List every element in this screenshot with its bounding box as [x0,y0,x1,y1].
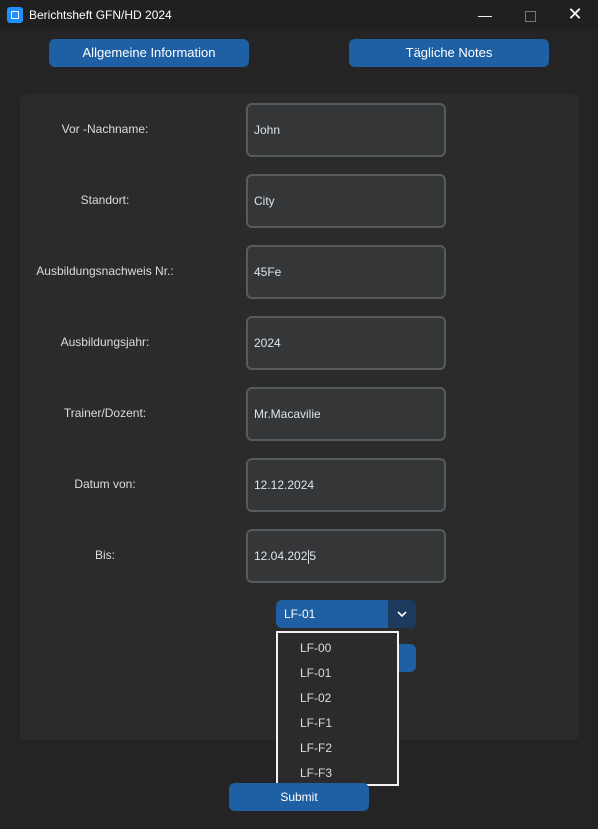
submit-button[interactable]: Submit [229,783,369,811]
combo-dropdown-list: LF-00 LF-01 LF-02 LF-F1 LF-F2 LF-F3 [276,631,399,786]
dropdown-option-lf-f2[interactable]: LF-F2 [278,736,397,761]
trainer-label: Trainer/Dozent: [63,406,147,420]
dropdown-option-lf-01[interactable]: LF-01 [278,661,397,686]
dropdown-option-lf-00[interactable]: LF-00 [278,636,397,661]
tab-taegliche-notes[interactable]: Tägliche Notes [349,39,549,67]
app-icon [7,7,23,23]
close-button[interactable]: ✕ [552,0,598,30]
maximize-button[interactable] [507,0,553,30]
partially-hidden-button[interactable] [396,644,416,672]
combo-selected-value: LF-01 [284,607,316,621]
ausbildungsjahr-label: Ausbildungsjahr: [60,335,150,349]
ausbildungsnachweis-label: Ausbildungsnachweis Nr.: [36,264,174,278]
tab-allgemeine-information[interactable]: Allgemeine Information [49,39,249,67]
minimize-button[interactable]: — [462,0,508,30]
dropdown-option-lf-f1[interactable]: LF-F1 [278,711,397,736]
bis-value-start: 12.04.202 [254,549,308,563]
name-field[interactable]: John [246,103,446,157]
lf-combobox[interactable]: LF-01 [276,600,416,628]
window-title: Berichtsheft GFN/HD 2024 [29,8,172,22]
combo-dropdown-button[interactable] [388,600,416,628]
bis-field[interactable]: 12.04.202 5 [246,529,446,583]
dropdown-option-lf-02[interactable]: LF-02 [278,686,397,711]
maximize-icon [524,10,536,22]
trainer-field[interactable]: Mr.Macavilie [246,387,446,441]
name-label: Vor -Nachname: [61,122,149,136]
ausbildungsjahr-field[interactable]: 2024 [246,316,446,370]
standort-field[interactable]: City [246,174,446,228]
standort-label: Standort: [80,193,130,207]
ausbildungsnachweis-field[interactable]: 45Fe [246,245,446,299]
datum-von-field[interactable]: 12.12.2024 [246,458,446,512]
bis-label: Bis: [94,548,115,562]
title-bar: Berichtsheft GFN/HD 2024 — ✕ [0,0,598,30]
chevron-down-icon [397,611,407,617]
datum-von-label: Datum von: [74,477,136,491]
bis-value-end: 5 [309,549,317,563]
